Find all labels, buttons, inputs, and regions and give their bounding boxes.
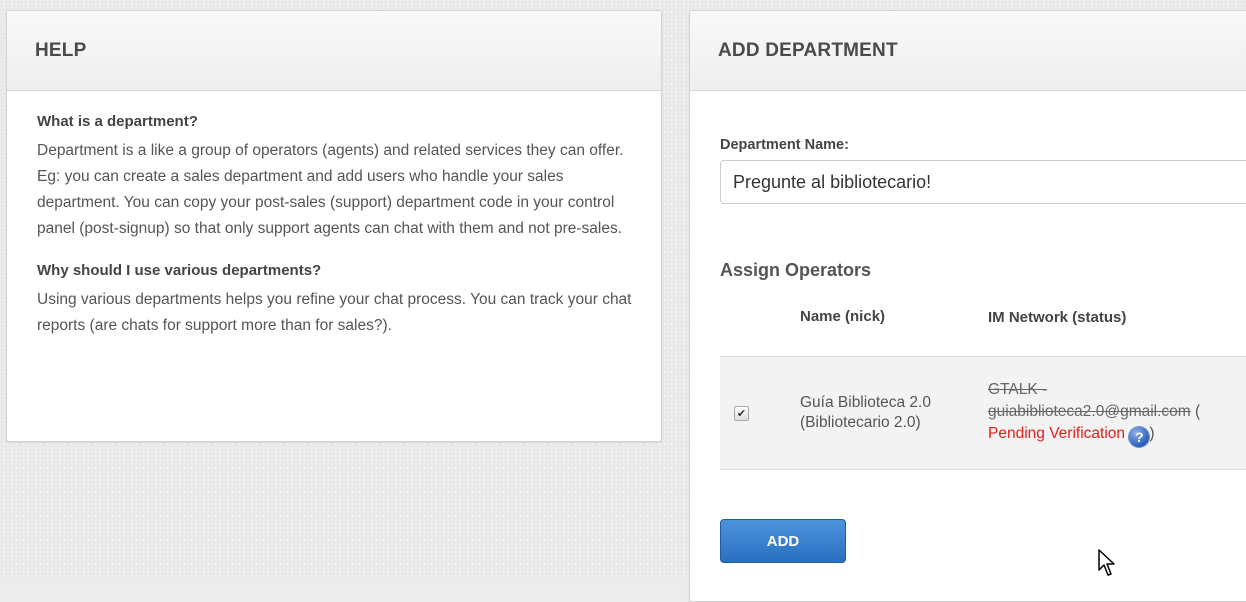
help-panel: HELP What is a department? Department is… xyxy=(6,10,662,442)
operator-checkbox-cell: ✔ xyxy=(720,356,799,470)
im-address: guiabiblioteca2.0@gmail.com xyxy=(988,403,1191,420)
operator-im-cell: GTALK - guiabiblioteca2.0@gmail.com ( Pe… xyxy=(987,356,1246,470)
add-department-title: ADD DEPARTMENT xyxy=(718,39,898,61)
open-paren: ( xyxy=(1195,403,1201,420)
help-answer-2: Using various departments helps you refi… xyxy=(37,291,632,334)
question-circle-icon[interactable]: ? xyxy=(1129,427,1150,447)
operator-name-cell: Guía Biblioteca 2.0 (Bibliotecario 2.0) xyxy=(799,356,987,470)
table-row: ✔ Guía Biblioteca 2.0 (Bibliotecario 2.0… xyxy=(720,356,1246,470)
add-department-form: Department Name: Assign Operators Name (… xyxy=(690,91,1246,470)
mouse-pointer-icon xyxy=(1098,549,1115,576)
operators-table: Name (nick) IM Network (status) ✔ Guía B… xyxy=(720,293,1246,470)
help-body: What is a department? Department is a li… xyxy=(7,91,661,339)
assign-operators-title: Assign Operators xyxy=(720,260,872,280)
help-answer-1: Department is a like a group of operator… xyxy=(37,142,624,237)
add-button[interactable]: ADD xyxy=(720,519,846,563)
help-question-1: What is a department? xyxy=(37,113,198,130)
im-network: GTALK - xyxy=(988,381,1048,398)
add-department-header: ADD DEPARTMENT xyxy=(690,11,1246,91)
help-panel-header: HELP xyxy=(7,11,661,91)
operator-nick: (Bibliotecario 2.0) xyxy=(800,414,921,431)
header-im-network: IM Network (status) xyxy=(987,293,1246,357)
add-department-panel: ADD DEPARTMENT Department Name: Assign O… xyxy=(689,10,1246,602)
close-paren: ) xyxy=(1149,425,1155,442)
help-title: HELP xyxy=(35,39,87,61)
operator-name: Guía Biblioteca 2.0 xyxy=(800,394,931,411)
pending-verification-status: Pending Verification xyxy=(988,425,1126,442)
department-name-input[interactable] xyxy=(720,160,1246,204)
operators-table-header: Name (nick) IM Network (status) xyxy=(720,293,1246,357)
department-name-label: Department Name: xyxy=(720,137,849,153)
header-name: Name (nick) xyxy=(799,293,987,357)
header-check xyxy=(720,293,799,357)
help-question-2: Why should I use various departments? xyxy=(37,262,322,279)
operator-checkbox[interactable]: ✔ xyxy=(734,406,749,421)
